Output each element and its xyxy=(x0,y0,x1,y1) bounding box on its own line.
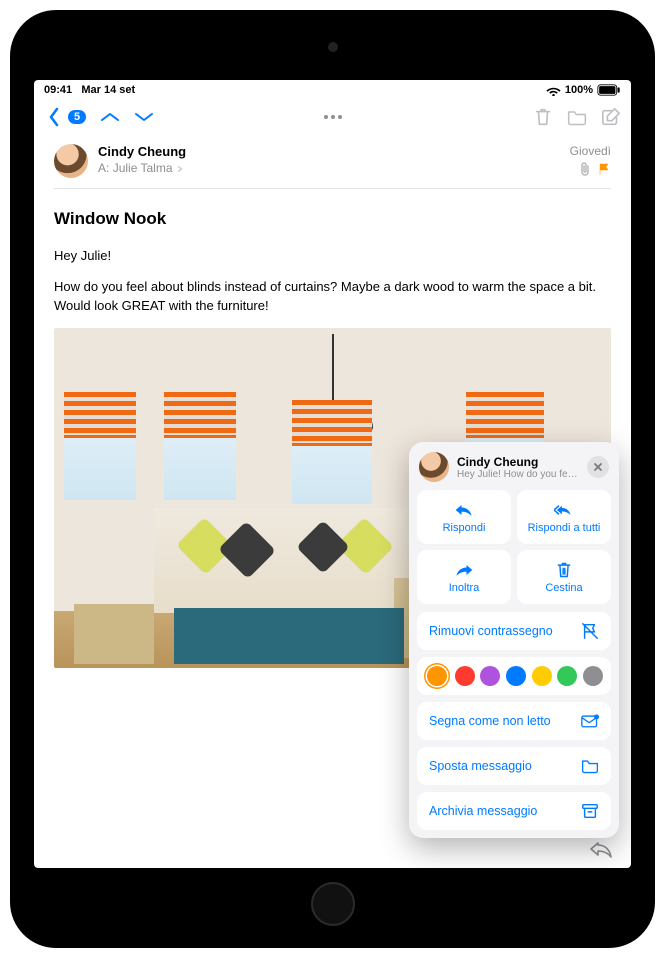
popover-sender-avatar xyxy=(419,452,449,482)
reply-actions-popover: Cindy Cheung Hey Julie! How do you feel … xyxy=(409,442,619,838)
flag-color-5[interactable] xyxy=(557,666,577,686)
battery-text: 100% xyxy=(565,84,593,96)
attachment-icon xyxy=(579,162,591,176)
unread-badge[interactable]: 5 xyxy=(68,110,86,124)
popover-preview: Hey Julie! How do you feel ab... xyxy=(457,469,579,480)
reply-all-label: Rispondi a tutti xyxy=(528,522,601,534)
reply-button[interactable]: Rispondi xyxy=(417,490,511,544)
forward-label: Inoltra xyxy=(449,582,480,594)
email-subject: Window Nook xyxy=(54,209,611,229)
status-left: 09:41 Mar 14 set xyxy=(44,84,135,96)
received-day: Giovedì xyxy=(570,144,611,158)
reply-all-button[interactable]: Rispondi a tutti xyxy=(517,490,611,544)
screen: 09:41 Mar 14 set 100% 5 xyxy=(34,80,631,868)
popover-sender-name: Cindy Cheung xyxy=(457,455,579,469)
archive-message-label: Archivia messaggio xyxy=(429,804,537,818)
trash-button[interactable]: Cestina xyxy=(517,550,611,604)
mark-unread-button[interactable]: Segna come non letto xyxy=(417,702,611,740)
flag-color-3[interactable] xyxy=(506,666,526,686)
battery-icon xyxy=(597,84,621,96)
flag-color-6[interactable] xyxy=(583,666,603,686)
flag-color-0[interactable] xyxy=(427,666,447,686)
to-line[interactable]: A: Julie Talma xyxy=(98,161,560,175)
flag-color-row xyxy=(417,657,611,695)
sender-meta: Giovedì xyxy=(570,144,611,176)
body-paragraph: How do you feel about blinds instead of … xyxy=(54,278,611,316)
next-message-icon[interactable] xyxy=(134,107,154,127)
back-icon[interactable] xyxy=(44,107,64,127)
reply-label: Rispondi xyxy=(443,522,486,534)
email-body: Hey Julie! How do you feel about blinds … xyxy=(54,247,611,316)
recipient-name: Julie Talma xyxy=(113,161,173,175)
status-time: 09:41 xyxy=(44,84,72,96)
close-popover-button[interactable] xyxy=(587,456,609,478)
popover-header: Cindy Cheung Hey Julie! How do you feel … xyxy=(417,452,611,490)
flag-color-4[interactable] xyxy=(532,666,552,686)
wifi-icon xyxy=(546,85,561,96)
sender-name[interactable]: Cindy Cheung xyxy=(98,144,560,159)
status-right: 100% xyxy=(546,84,621,96)
reply-button[interactable] xyxy=(589,839,613,864)
flag-color-2[interactable] xyxy=(480,666,500,686)
body-greeting: Hey Julie! xyxy=(54,247,611,266)
archive-message-button[interactable]: Archivia messaggio xyxy=(417,792,611,830)
trash-icon[interactable] xyxy=(533,107,553,127)
front-camera xyxy=(328,42,338,52)
more-icon[interactable] xyxy=(324,115,342,119)
mark-unread-label: Segna come non letto xyxy=(429,714,551,728)
forward-button[interactable]: Inoltra xyxy=(417,550,511,604)
home-button[interactable] xyxy=(311,882,355,926)
compose-icon[interactable] xyxy=(601,107,621,127)
status-bar: 09:41 Mar 14 set 100% xyxy=(34,80,631,100)
prev-message-icon[interactable] xyxy=(100,107,120,127)
folder-icon[interactable] xyxy=(567,107,587,127)
trash-label: Cestina xyxy=(545,582,582,594)
nav-bar: 5 xyxy=(34,100,631,134)
flag-color-1[interactable] xyxy=(455,666,475,686)
flag-icon xyxy=(597,162,611,176)
sender-row: Cindy Cheung A: Julie Talma Giovedì xyxy=(54,134,611,189)
to-label: A: xyxy=(98,161,109,175)
unflag-button[interactable]: Rimuovi contrassegno xyxy=(417,612,611,650)
move-message-button[interactable]: Sposta messaggio xyxy=(417,747,611,785)
unflag-label: Rimuovi contrassegno xyxy=(429,624,553,638)
move-message-label: Sposta messaggio xyxy=(429,759,532,773)
ipad-device-frame: 09:41 Mar 14 set 100% 5 xyxy=(10,10,655,948)
sender-avatar[interactable] xyxy=(54,144,88,178)
mail-content: Cindy Cheung A: Julie Talma Giovedì xyxy=(34,134,631,868)
status-date: Mar 14 set xyxy=(81,84,135,96)
